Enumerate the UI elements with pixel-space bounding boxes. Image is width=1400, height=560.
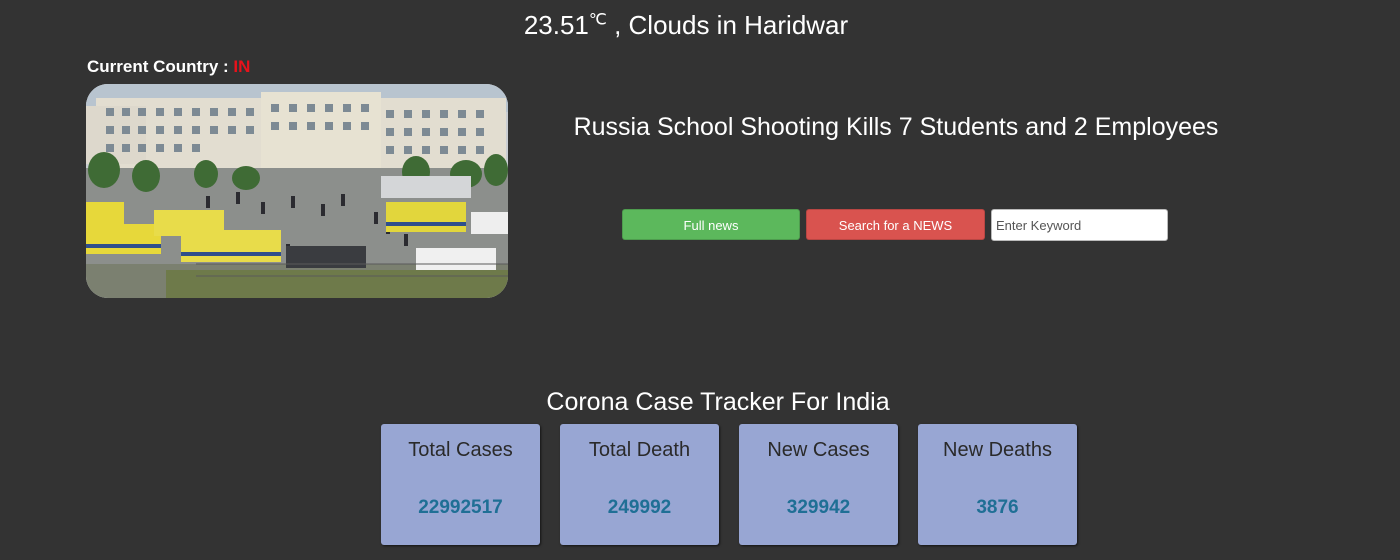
- stat-label: Total Cases: [408, 439, 513, 461]
- country-code: IN: [233, 57, 251, 76]
- news-photo-illustration: [86, 84, 508, 298]
- temperature-value: 23.51: [523, 10, 589, 40]
- full-news-button[interactable]: Full news: [622, 209, 800, 240]
- stat-card-new-deaths: New Deaths 3876: [918, 424, 1077, 545]
- search-news-button[interactable]: Search for a NEWS: [806, 209, 985, 240]
- weather-heading: 23.51℃ , Clouds in Haridwar: [0, 8, 1372, 42]
- stat-label: New Cases: [767, 439, 870, 461]
- stat-card-total-cases: Total Cases 22992517: [381, 424, 540, 545]
- stat-card-new-cases: New Cases 329942: [739, 424, 898, 545]
- keyword-input[interactable]: [991, 209, 1168, 241]
- stat-label: Total Death: [588, 439, 691, 461]
- page: 23.51℃ , Clouds in Haridwar Current Coun…: [0, 0, 1400, 560]
- temperature-unit: ℃: [588, 11, 607, 29]
- weather-description: , Clouds in Haridwar: [606, 10, 849, 40]
- news-image: [86, 84, 508, 298]
- stat-label: New Deaths: [943, 439, 1052, 461]
- stat-value: 22992517: [418, 497, 503, 518]
- tracker-title: Corona Case Tracker For India: [546, 388, 890, 416]
- current-country-label: Current Country :: [87, 57, 234, 76]
- stat-value: 249992: [607, 497, 672, 518]
- stat-value: 3876: [976, 497, 1019, 518]
- stat-value: 329942: [786, 497, 851, 518]
- stat-card-total-death: Total Death 249992: [560, 424, 719, 545]
- current-country: Current Country : IN: [87, 57, 250, 77]
- news-headline: Russia School Shooting Kills 7 Students …: [573, 113, 1219, 141]
